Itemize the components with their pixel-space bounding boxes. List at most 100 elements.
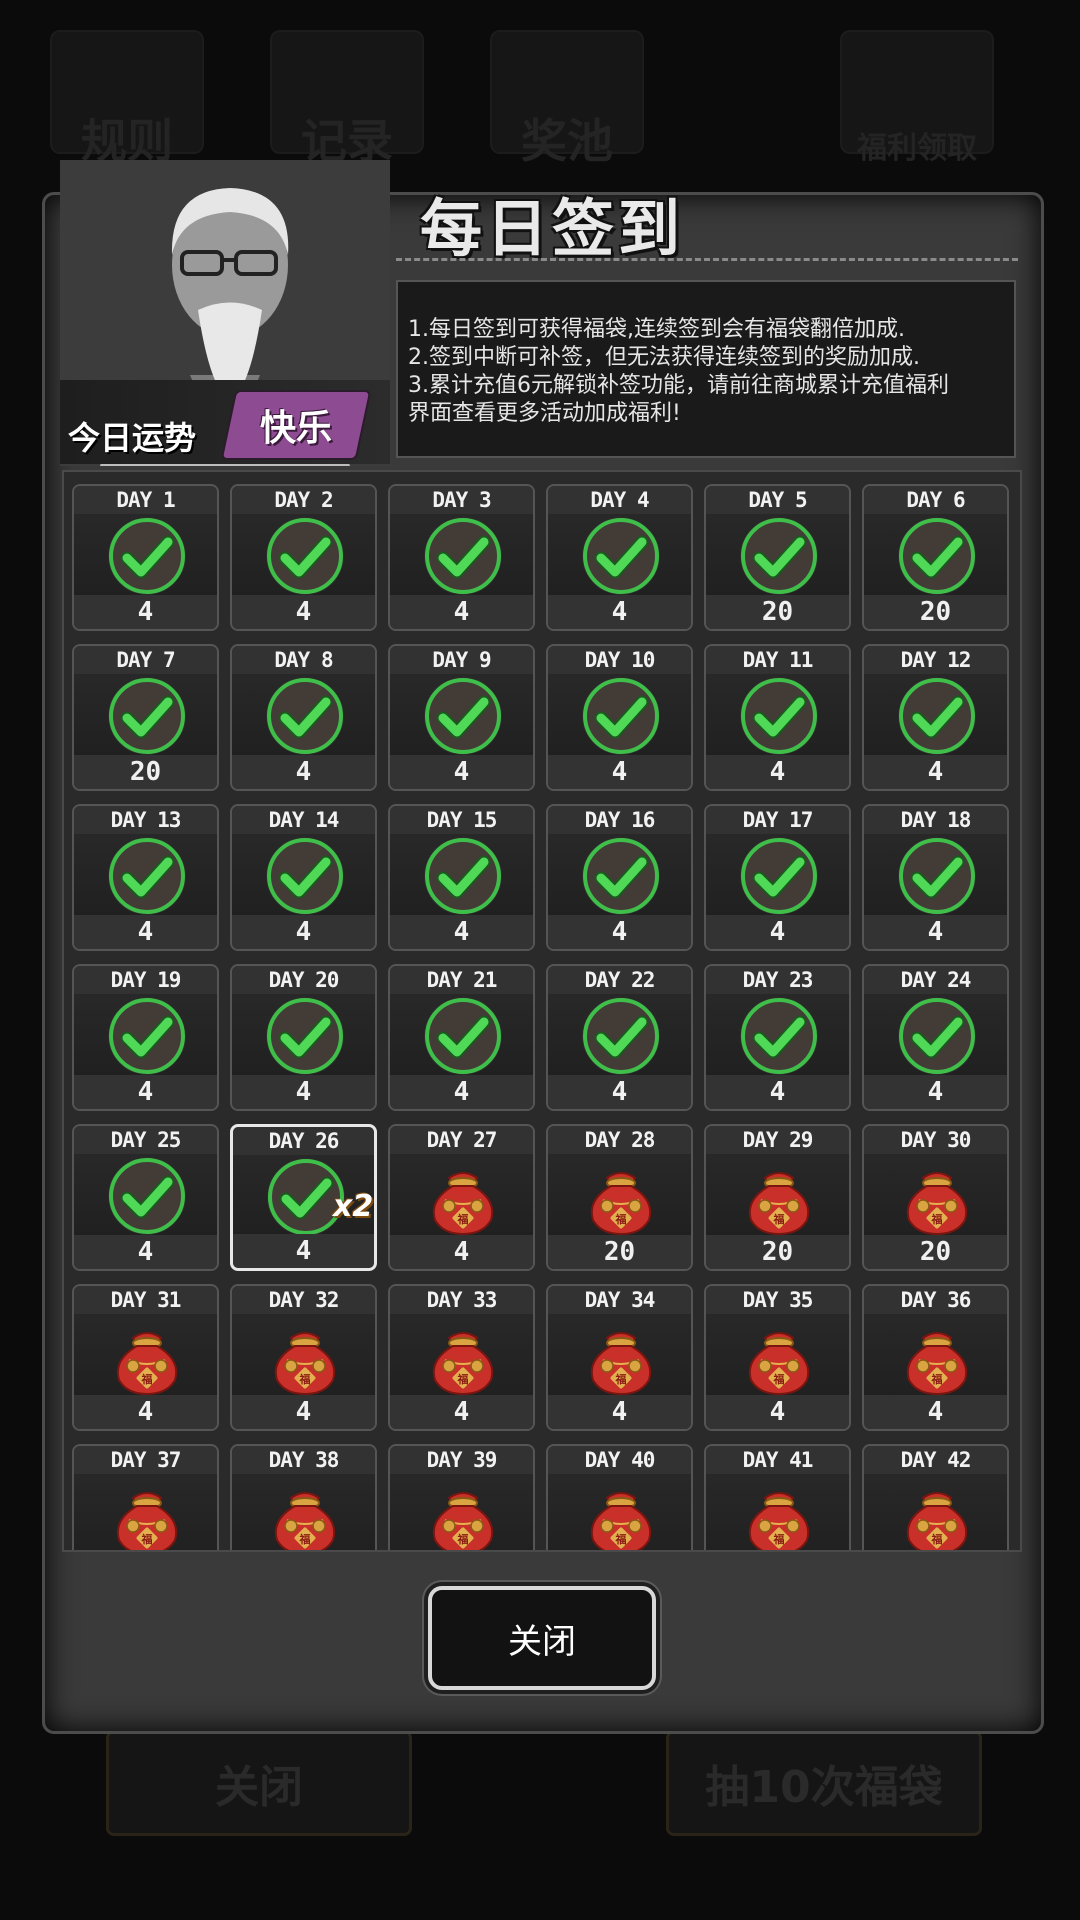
- reward-count: 20: [864, 595, 1007, 629]
- day-label: DAY 37: [74, 1446, 217, 1474]
- day-label: DAY 22: [548, 966, 691, 994]
- day-cell[interactable]: DAY 36 福 4: [862, 1284, 1009, 1431]
- day-cell[interactable]: DAY 10 4: [546, 644, 693, 791]
- day-cell[interactable]: DAY 27 福 4: [388, 1124, 535, 1271]
- day-label: DAY 34: [548, 1286, 691, 1314]
- lucky-bag-icon: 福: [739, 1316, 819, 1396]
- day-cell[interactable]: DAY 33 福 4: [388, 1284, 535, 1431]
- svg-text:福: 福: [457, 1372, 469, 1386]
- checkin-grid[interactable]: DAY 1 4 DAY 2 4 DAY 3 4 DAY 4 4 DAY 5 20 DAY …: [62, 470, 1022, 1552]
- reward-count: 4: [548, 1395, 691, 1429]
- day-cell[interactable]: DAY 7 20: [72, 644, 219, 791]
- day-label: DAY 10: [548, 646, 691, 674]
- day-cell[interactable]: DAY 12 4: [862, 644, 1009, 791]
- day-cell[interactable]: DAY 16 4: [546, 804, 693, 951]
- bg-tab-records-label: 记录: [301, 115, 393, 167]
- reward-count: 4: [232, 755, 375, 789]
- day-cell[interactable]: DAY 3 4: [388, 484, 535, 631]
- check-circle-icon: [423, 836, 503, 916]
- reward-count: 4: [232, 595, 375, 629]
- reward-count: 20: [548, 1235, 691, 1269]
- day-label: DAY 29: [706, 1126, 849, 1154]
- day-cell[interactable]: DAY 6 20: [862, 484, 1009, 631]
- day-cell[interactable]: DAY 1 4: [72, 484, 219, 631]
- bg-tab-welfare-label: 福利领取: [857, 132, 977, 165]
- check-circle-icon: [265, 996, 345, 1076]
- day-cell[interactable]: DAY 18 4: [862, 804, 1009, 951]
- day-cell[interactable]: DAY 25 4: [72, 1124, 219, 1271]
- bg-tab-records: 记录: [270, 30, 424, 164]
- reward-count: 4: [864, 755, 1007, 789]
- day-label: DAY 42: [864, 1446, 1007, 1474]
- check-circle-icon: [265, 516, 345, 596]
- day-label: DAY 5: [706, 486, 849, 514]
- day-cell[interactable]: DAY 11 4: [704, 644, 851, 791]
- bg-close-button: 关闭: [106, 1730, 412, 1836]
- day-cell[interactable]: DAY 31 福 4: [72, 1284, 219, 1431]
- check-circle-icon: [423, 676, 503, 756]
- bg-tab-prizes-label: 奖池: [521, 115, 613, 167]
- day-cell[interactable]: DAY 30 福 20: [862, 1124, 1009, 1271]
- rules-panel: 1.每日签到可获得福袋,连续签到会有福袋翻倍加成. 2.签到中断可补签，但无法获…: [396, 280, 1016, 458]
- day-cell[interactable]: DAY 8 4: [230, 644, 377, 791]
- svg-text:福: 福: [773, 1212, 785, 1226]
- day-cell[interactable]: DAY 17 4: [704, 804, 851, 951]
- check-circle-icon: [107, 1156, 187, 1236]
- svg-text:福: 福: [773, 1372, 785, 1386]
- lucky-bag-icon: 福: [423, 1156, 503, 1236]
- day-label: DAY 15: [390, 806, 533, 834]
- day-label: DAY 14: [232, 806, 375, 834]
- day-cell[interactable]: DAY 38 福: [230, 1444, 377, 1550]
- reward-count: 4: [548, 915, 691, 949]
- reward-count: 20: [864, 1235, 1007, 1269]
- close-button[interactable]: 关闭: [428, 1586, 656, 1690]
- day-cell[interactable]: DAY 37 福: [72, 1444, 219, 1550]
- day-cell[interactable]: DAY 23 4: [704, 964, 851, 1111]
- check-circle-icon: [581, 836, 661, 916]
- reward-count: 4: [706, 1395, 849, 1429]
- svg-text:福: 福: [615, 1372, 627, 1386]
- day-label: DAY 40: [548, 1446, 691, 1474]
- lucky-bag-icon: 福: [897, 1476, 977, 1550]
- day-cell[interactable]: DAY 24 4: [862, 964, 1009, 1111]
- day-cell[interactable]: DAY 14 4: [230, 804, 377, 951]
- reward-count: 4: [233, 1234, 374, 1268]
- svg-text:福: 福: [141, 1532, 153, 1546]
- reward-count: 4: [74, 1075, 217, 1109]
- reward-count: 4: [864, 1075, 1007, 1109]
- fortune-value: 快乐: [259, 408, 332, 449]
- day-cell[interactable]: DAY 41 福: [704, 1444, 851, 1550]
- day-cell[interactable]: DAY 19 4: [72, 964, 219, 1111]
- day-cell[interactable]: DAY 39 福: [388, 1444, 535, 1550]
- day-label: DAY 41: [706, 1446, 849, 1474]
- day-cell[interactable]: DAY 15 4: [388, 804, 535, 951]
- reward-count: 4: [74, 1395, 217, 1429]
- bg-draw10-button: 抽10次福袋: [666, 1730, 982, 1836]
- day-cell[interactable]: DAY 21 4: [388, 964, 535, 1111]
- day-cell[interactable]: DAY 29 福 20: [704, 1124, 851, 1271]
- check-circle-icon: [265, 836, 345, 916]
- day-cell[interactable]: DAY 28 福 20: [546, 1124, 693, 1271]
- day-cell[interactable]: DAY 5 20: [704, 484, 851, 631]
- day-cell[interactable]: DAY 20 4: [230, 964, 377, 1111]
- day-cell[interactable]: DAY 32 福 4: [230, 1284, 377, 1431]
- reward-count: 4: [74, 915, 217, 949]
- day-label: DAY 1: [74, 486, 217, 514]
- day-label: DAY 13: [74, 806, 217, 834]
- day-cell[interactable]: DAY 26 x2 4: [230, 1124, 377, 1271]
- day-label: DAY 25: [74, 1126, 217, 1154]
- day-cell[interactable]: DAY 2 4: [230, 484, 377, 631]
- day-cell[interactable]: DAY 35 福 4: [704, 1284, 851, 1431]
- day-cell[interactable]: DAY 22 4: [546, 964, 693, 1111]
- reward-count: 4: [232, 915, 375, 949]
- rule-line: 1.每日签到可获得福袋,连续签到会有福袋翻倍加成.: [408, 317, 905, 342]
- day-cell[interactable]: DAY 40 福: [546, 1444, 693, 1550]
- day-cell[interactable]: DAY 13 4: [72, 804, 219, 951]
- day-cell[interactable]: DAY 42 福: [862, 1444, 1009, 1550]
- day-cell[interactable]: DAY 9 4: [388, 644, 535, 791]
- check-circle-icon: [581, 676, 661, 756]
- day-cell[interactable]: DAY 34 福 4: [546, 1284, 693, 1431]
- day-cell[interactable]: DAY 4 4: [546, 484, 693, 631]
- rule-line: 界面查看更多活动加成福利!: [408, 401, 681, 426]
- lucky-bag-icon: 福: [423, 1316, 503, 1396]
